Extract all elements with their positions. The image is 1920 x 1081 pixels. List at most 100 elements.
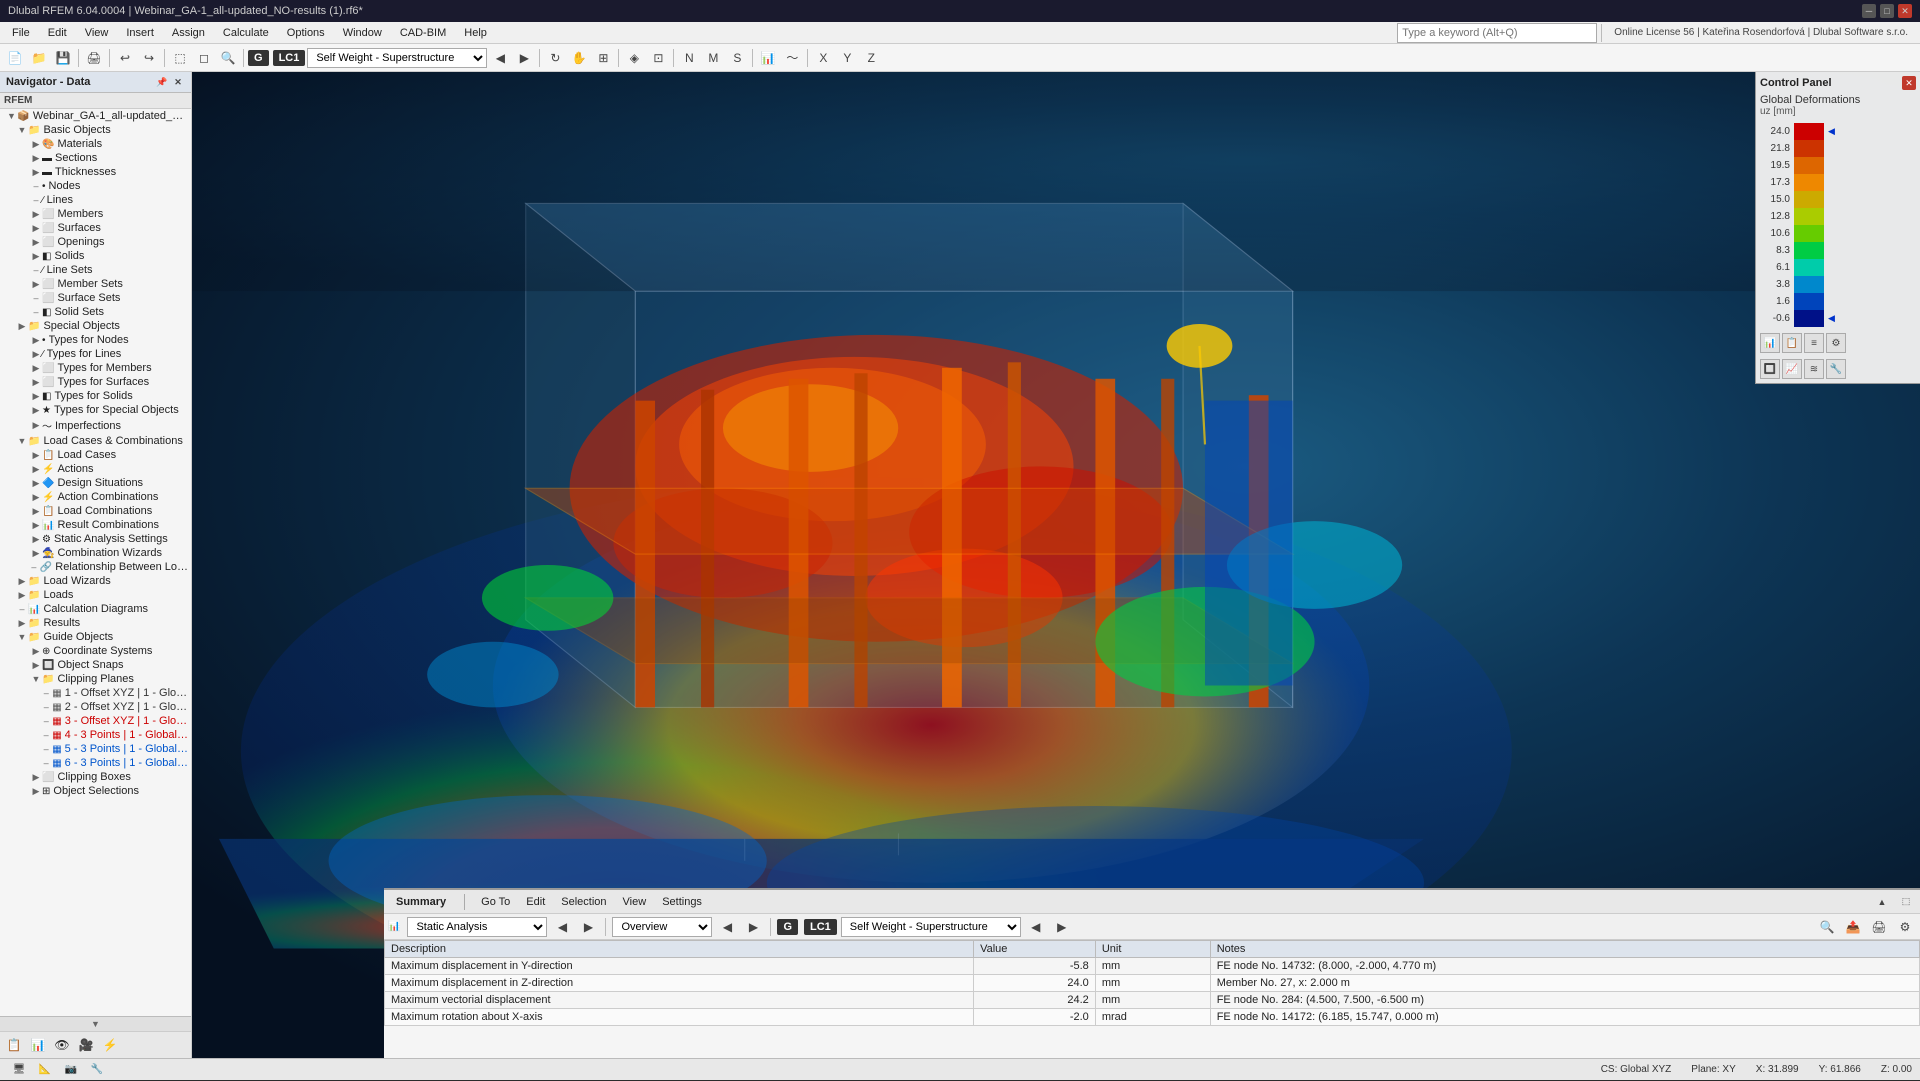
menu-window[interactable]: Window [335,25,390,41]
menu-file[interactable]: File [4,25,38,41]
new-button[interactable]: 📄 [4,47,26,69]
nav-materials[interactable]: ▶🎨Materials [0,137,191,151]
cp-tool-8[interactable]: 🔧 [1826,359,1846,379]
nav-surfaces[interactable]: ▶⬜Surfaces [0,221,191,235]
nav-types-special[interactable]: ▶★Types for Special Objects [0,403,191,417]
minimize-button[interactable]: ─ [1862,4,1876,18]
nav-clip-plane-2[interactable]: –▦2 - Offset XYZ | 1 - Global X [0,700,191,714]
nav-imperfections[interactable]: ▶〜Imperfections [0,417,191,434]
nav-results-icon[interactable]: 📊 [28,1035,48,1055]
cp-tool-4[interactable]: ⚙ [1826,333,1846,353]
open-button[interactable]: 📁 [28,47,50,69]
nav-design-situations[interactable]: ▶🔷Design Situations [0,476,191,490]
nav-solid-sets[interactable]: –◧Solid Sets [0,305,191,319]
overview-prev[interactable]: ◀ [716,916,738,938]
keyword-search[interactable] [1397,23,1597,43]
nav-load-cases-comb[interactable]: ▼ 📁 Load Cases & Combinations [0,434,191,448]
cp-tool-2[interactable]: 📋 [1782,333,1802,353]
nav-clip-plane-6[interactable]: –▦6 - 3 Points | 1 - Global XYZ [0,756,191,770]
nav-clip-plane-4[interactable]: –▦4 - 3 Points | 1 - Global XYZ [0,728,191,742]
nav-pin-button[interactable]: 📌 [155,75,169,89]
menu-edit[interactable]: Edit [40,25,75,41]
analysis-type-selector[interactable]: Static Analysis [407,917,547,937]
basic-objects-arrow[interactable]: ▼ [16,125,28,135]
viewport-panel[interactable]: Control Panel ✕ Global Deformations uz [… [192,72,1920,1058]
btm-lc-selector[interactable]: Self Weight - Superstructure [841,917,1021,937]
lc-prev-button[interactable]: ◀ [489,47,511,69]
menu-assign[interactable]: Assign [164,25,213,41]
nav-record-icon[interactable]: 🎥 [76,1035,96,1055]
panel-float-button[interactable]: ⬚ [1898,894,1914,910]
surface-num-button[interactable]: S [726,47,748,69]
menu-calculate[interactable]: Calculate [215,25,277,41]
bottom-view[interactable]: View [619,894,651,910]
nav-calc-diagrams[interactable]: – 📊 Calculation Diagrams [0,602,191,616]
y-axis-button[interactable]: Y [836,47,858,69]
menu-insert[interactable]: Insert [118,25,162,41]
overview-selector[interactable]: Overview [612,917,712,937]
wire-button[interactable]: ⊡ [647,47,669,69]
lc-selector[interactable]: Self Weight - Superstructure [307,48,487,68]
render-button[interactable]: ◈ [623,47,645,69]
bottom-edit[interactable]: Edit [522,894,549,910]
nav-clipping-planes[interactable]: ▼📁Clipping Planes [0,672,191,686]
nav-object-selections[interactable]: ▶⊞Object Selections [0,784,191,798]
lc-next-button[interactable]: ▶ [513,47,535,69]
nav-clipping-boxes[interactable]: ▶⬜Clipping Boxes [0,770,191,784]
nav-lines[interactable]: –∕Lines [0,193,191,207]
menu-view[interactable]: View [77,25,117,41]
nav-coord-systems[interactable]: ▶⊕Coordinate Systems [0,644,191,658]
menu-cad-bim[interactable]: CAD-BIM [392,25,454,41]
cp-close-button[interactable]: ✕ [1902,76,1916,90]
nav-result-combinations[interactable]: ▶📊Result Combinations [0,518,191,532]
analysis-next[interactable]: ▶ [577,916,599,938]
menu-help[interactable]: Help [456,25,495,41]
analysis-prev[interactable]: ◀ [551,916,573,938]
nav-clip-plane-3[interactable]: –▦3 - Offset XYZ | 1 - Global X [0,714,191,728]
nav-solids[interactable]: ▶◧Solids [0,249,191,263]
filter-button[interactable]: 🔍 [1816,916,1838,938]
nav-thicknesses[interactable]: ▶▬Thicknesses [0,165,191,179]
nav-relationship[interactable]: –🔗Relationship Between Load C [0,560,191,574]
nav-basic-objects[interactable]: ▼ 📁 Basic Objects [0,123,191,137]
maximize-button[interactable]: □ [1880,4,1894,18]
rotate-button[interactable]: ↻ [544,47,566,69]
nav-types-lines[interactable]: ▶∕Types for Lines [0,347,191,361]
status-icon-1[interactable]: 🖥 [8,1059,30,1081]
nav-project[interactable]: ▼ 📦 Webinar_GA-1_all-updated_NO-resul [0,109,191,123]
close-button[interactable]: ✕ [1898,4,1912,18]
status-icon-2[interactable]: 📐 [34,1059,56,1081]
btm-lc-next[interactable]: ▶ [1051,916,1073,938]
nav-object-snaps[interactable]: ▶🔲Object Snaps [0,658,191,672]
nav-types-nodes[interactable]: ▶•Types for Nodes [0,333,191,347]
pan-button[interactable]: ✋ [568,47,590,69]
select-button[interactable]: ⬚ [169,47,191,69]
deform-button[interactable]: 〜 [781,47,803,69]
view-button[interactable]: ◻ [193,47,215,69]
nav-line-sets[interactable]: –∕Line Sets [0,263,191,277]
nav-loads[interactable]: ▶ 📁 Loads [0,588,191,602]
settings-button[interactable]: ⚙ [1894,916,1916,938]
nav-load-wizards[interactable]: ▶ 📁 Load Wizards [0,574,191,588]
x-axis-button[interactable]: X [812,47,834,69]
bottom-selection[interactable]: Selection [557,894,610,910]
nav-action-combinations[interactable]: ▶⚡Action Combinations [0,490,191,504]
overview-next[interactable]: ▶ [742,916,764,938]
zoom-all-button[interactable]: ⊞ [592,47,614,69]
redo-button[interactable]: ↪ [138,47,160,69]
nav-types-solids[interactable]: ▶◧Types for Solids [0,389,191,403]
nav-nodes[interactable]: –•Nodes [0,179,191,193]
cp-tool-3[interactable]: ≡ [1804,333,1824,353]
nav-static-analysis[interactable]: ▶⚙Static Analysis Settings [0,532,191,546]
menu-options[interactable]: Options [279,25,333,41]
nav-clip-plane-1[interactable]: –▦1 - Offset XYZ | 1 - Global X [0,686,191,700]
nav-data-icon[interactable]: 📋 [4,1035,24,1055]
print-results-button[interactable]: 🖨 [1868,916,1890,938]
nav-display-icon[interactable]: 👁 [52,1035,72,1055]
nav-actions[interactable]: ▶⚡Actions [0,462,191,476]
z-axis-button[interactable]: Z [860,47,882,69]
nav-close-button[interactable]: ✕ [171,75,185,89]
nav-filter-icon[interactable]: ⚡ [100,1035,120,1055]
btm-lc-prev[interactable]: ◀ [1025,916,1047,938]
nav-clip-plane-5[interactable]: –▦5 - 3 Points | 1 - Global XYZ [0,742,191,756]
